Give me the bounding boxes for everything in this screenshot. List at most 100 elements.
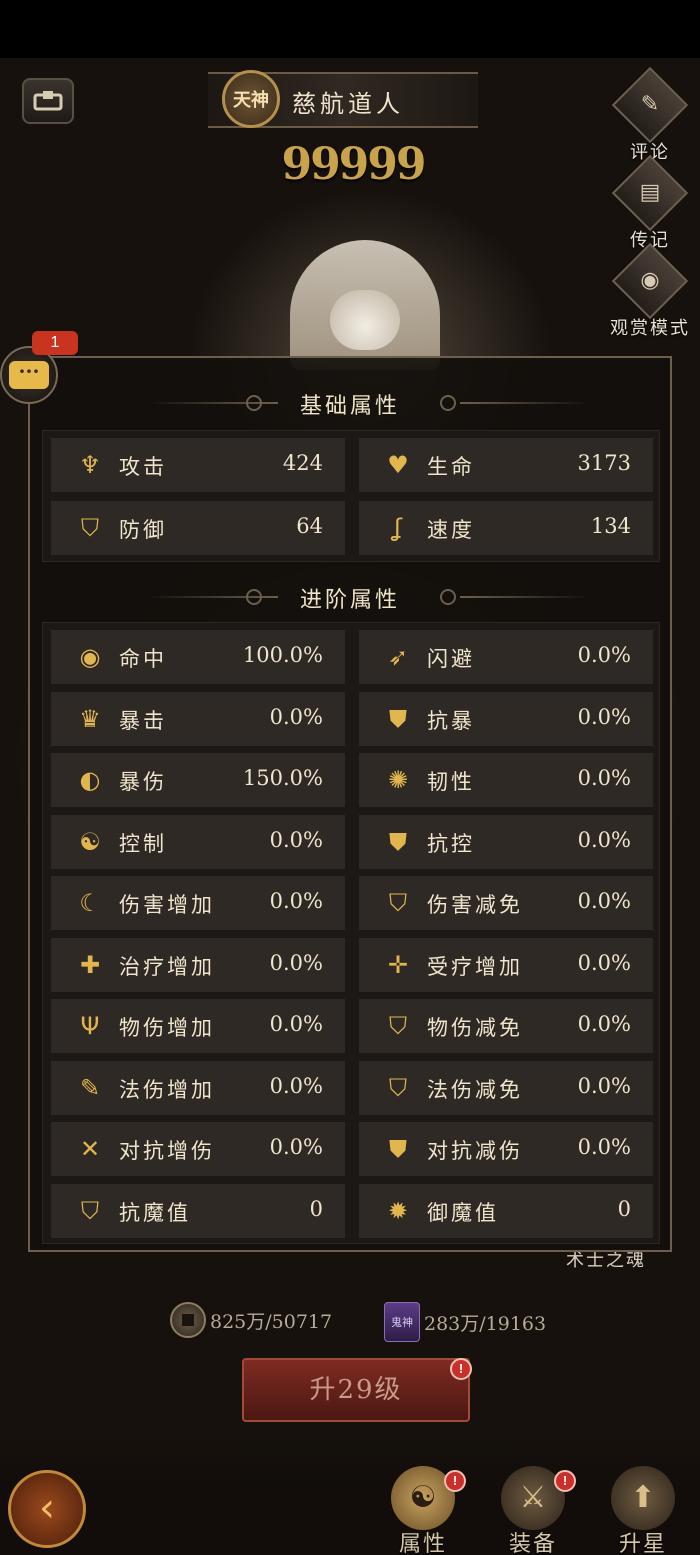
control-icon: ☯ (79, 827, 101, 856)
stat-value: 0.0% (269, 704, 323, 729)
chat-badge: 1 (32, 331, 78, 355)
stat-value: 0.0% (577, 827, 631, 852)
stat-value: 100.0% (242, 643, 323, 667)
stat-value: 0.0% (269, 1012, 323, 1036)
eye-icon: ◉ (79, 643, 101, 671)
damage-up-icon: ☾ (79, 889, 101, 917)
stat-label: 韧性 (427, 770, 475, 794)
attack-icon: ♆ (79, 451, 101, 479)
stat-cell: ➶ 闪避 0.0% (359, 630, 653, 684)
character-lotus (330, 290, 400, 350)
stat-value: 0 (617, 1196, 631, 1221)
stat-value: 0 (309, 1196, 323, 1221)
dodge-icon: ➶ (387, 643, 409, 671)
back-button[interactable]: ‹ (8, 1470, 86, 1548)
stat-label: 伤害减免 (427, 893, 523, 917)
book-resource: 鬼神 283万/19163 (384, 1302, 546, 1342)
stat-value: 0.0% (577, 643, 631, 667)
heal-received-icon: ✛ (387, 950, 409, 979)
stat-cell: ✹ 御魔值 0 (359, 1183, 653, 1238)
stat-value: 0.0% (577, 766, 631, 790)
stat-cell: ✛ 受疗增加 0.0% (359, 937, 653, 992)
stat-value: 0.0% (269, 1135, 323, 1159)
chat-icon: ··· (9, 361, 49, 389)
stat-label: 对抗增伤 (119, 1139, 215, 1163)
stat-cell: ✚ 治疗增加 0.0% (51, 937, 345, 992)
stat-label: 物伤增加 (119, 1016, 215, 1040)
stat-cell: ⛉ 物伤减免 0.0% (359, 999, 653, 1053)
stat-value: 0.0% (577, 1012, 631, 1036)
stat-value: 134 (590, 514, 631, 538)
book-icon: 鬼神 (384, 1302, 420, 1342)
stat-value: 0.0% (269, 827, 323, 852)
comment-icon: ✎ (640, 92, 660, 117)
crit-resist-icon: ⛊ (389, 704, 407, 733)
bottom-nav (0, 1440, 700, 1555)
ward-demon-icon: ✹ (387, 1196, 409, 1225)
biography-button[interactable]: ▤ 传记 (607, 154, 693, 252)
crit-damage-icon: ◐ (79, 766, 101, 794)
attribute-panel: 基础属性 ♆ 攻击 424 ♥ 生命 3173 ⛉ 防御 64 ʆ 速度 134… (28, 356, 672, 1252)
menu-button[interactable] (22, 78, 74, 124)
title-divider-right (460, 596, 590, 598)
tab-alert-badge: ! (444, 1470, 466, 1492)
star-up-icon: ⬆ (611, 1466, 675, 1530)
magic-up-icon: ✎ (79, 1073, 101, 1102)
menu-icon (33, 91, 63, 111)
stat-cell: ☯ 控制 0.0% (51, 814, 345, 869)
stat-label: 法伤增加 (119, 1077, 215, 1102)
tab-label: 属性 (398, 1532, 447, 1555)
stat-label: 法伤减免 (427, 1077, 523, 1102)
stat-label: 控制 (119, 831, 167, 856)
stat-label: 伤害增加 (119, 893, 215, 917)
defense-icon: ⛉ (81, 514, 99, 542)
tenacity-icon: ✺ (387, 766, 409, 794)
upgrade-button[interactable]: 升29级 (242, 1358, 470, 1422)
damage-reduce-icon: ⛉ (389, 889, 407, 917)
stat-label: 命中 (119, 647, 167, 671)
status-bar (0, 0, 700, 58)
stat-cell: ♆ 攻击 424 (51, 438, 345, 492)
rank-badge: 天神 (222, 70, 280, 128)
stat-label: 防御 (119, 518, 167, 542)
stat-cell: ⛉ 法伤减免 0.0% (359, 1060, 653, 1115)
stat-cell: ♥ 生命 3173 (359, 438, 653, 492)
advanced-stats-group: ◉ 命中 100.0% ➶ 闪避 0.0% ♛ 暴击 0.0% ⛊ 抗暴 0.0% ◐ 暴伤 150.0% ✺… (42, 622, 660, 1244)
coin-amount: 825万/50717 (210, 1310, 333, 1333)
stat-cell: ♛ 暴击 0.0% (51, 691, 345, 746)
stat-value: 150.0% (242, 766, 323, 790)
book-amount: 283万/19163 (424, 1312, 547, 1335)
stat-value: 0.0% (577, 1135, 631, 1159)
stat-label: 抗暴 (427, 708, 475, 733)
stat-label: 物伤减免 (427, 1016, 523, 1040)
comment-button[interactable]: ✎ 评论 (607, 66, 693, 164)
tab-label: 装备 (508, 1532, 557, 1555)
stat-label: 治疗增加 (119, 954, 215, 979)
stat-label: 受疗增加 (427, 954, 523, 979)
stat-value: 424 (282, 451, 323, 475)
stat-cell: ✕ 对抗增伤 0.0% (51, 1122, 345, 1176)
stat-cell: ✎ 法伤增加 0.0% (51, 1060, 345, 1115)
pvp-up-icon: ✕ (79, 1135, 101, 1163)
advanced-stats-title: 进阶属性 (299, 588, 400, 613)
view-mode-button[interactable]: ◉ 观赏模式 (600, 242, 700, 340)
stat-value: 64 (296, 514, 323, 538)
tab-star-up[interactable]: ⬆ 升星 (598, 1466, 688, 1555)
stat-label: 生命 (427, 455, 475, 479)
crit-icon: ♛ (79, 704, 101, 733)
physical-reduce-icon: ⛉ (389, 1012, 407, 1040)
stat-cell: Ψ 物伤增加 0.0% (51, 999, 345, 1053)
stat-cell: ⛊ 抗暴 0.0% (359, 691, 653, 746)
stat-label: 暴击 (119, 708, 167, 733)
camera-icon: ◉ (640, 268, 660, 293)
basic-stats-title: 基础属性 (299, 394, 400, 419)
biography-icon: ▤ (639, 180, 661, 205)
tab-alert-badge: ! (554, 1470, 576, 1492)
stat-label: 抗魔值 (119, 1200, 191, 1225)
stat-cell: ✺ 韧性 0.0% (359, 753, 653, 807)
character-name: 慈航道人 (292, 90, 404, 118)
power-value: 99999 (281, 139, 426, 190)
basic-stats-group: ♆ 攻击 424 ♥ 生命 3173 ⛉ 防御 64 ʆ 速度 134 (42, 430, 660, 562)
stat-value: 0.0% (577, 1073, 631, 1098)
control-resist-icon: ⛊ (389, 827, 407, 856)
